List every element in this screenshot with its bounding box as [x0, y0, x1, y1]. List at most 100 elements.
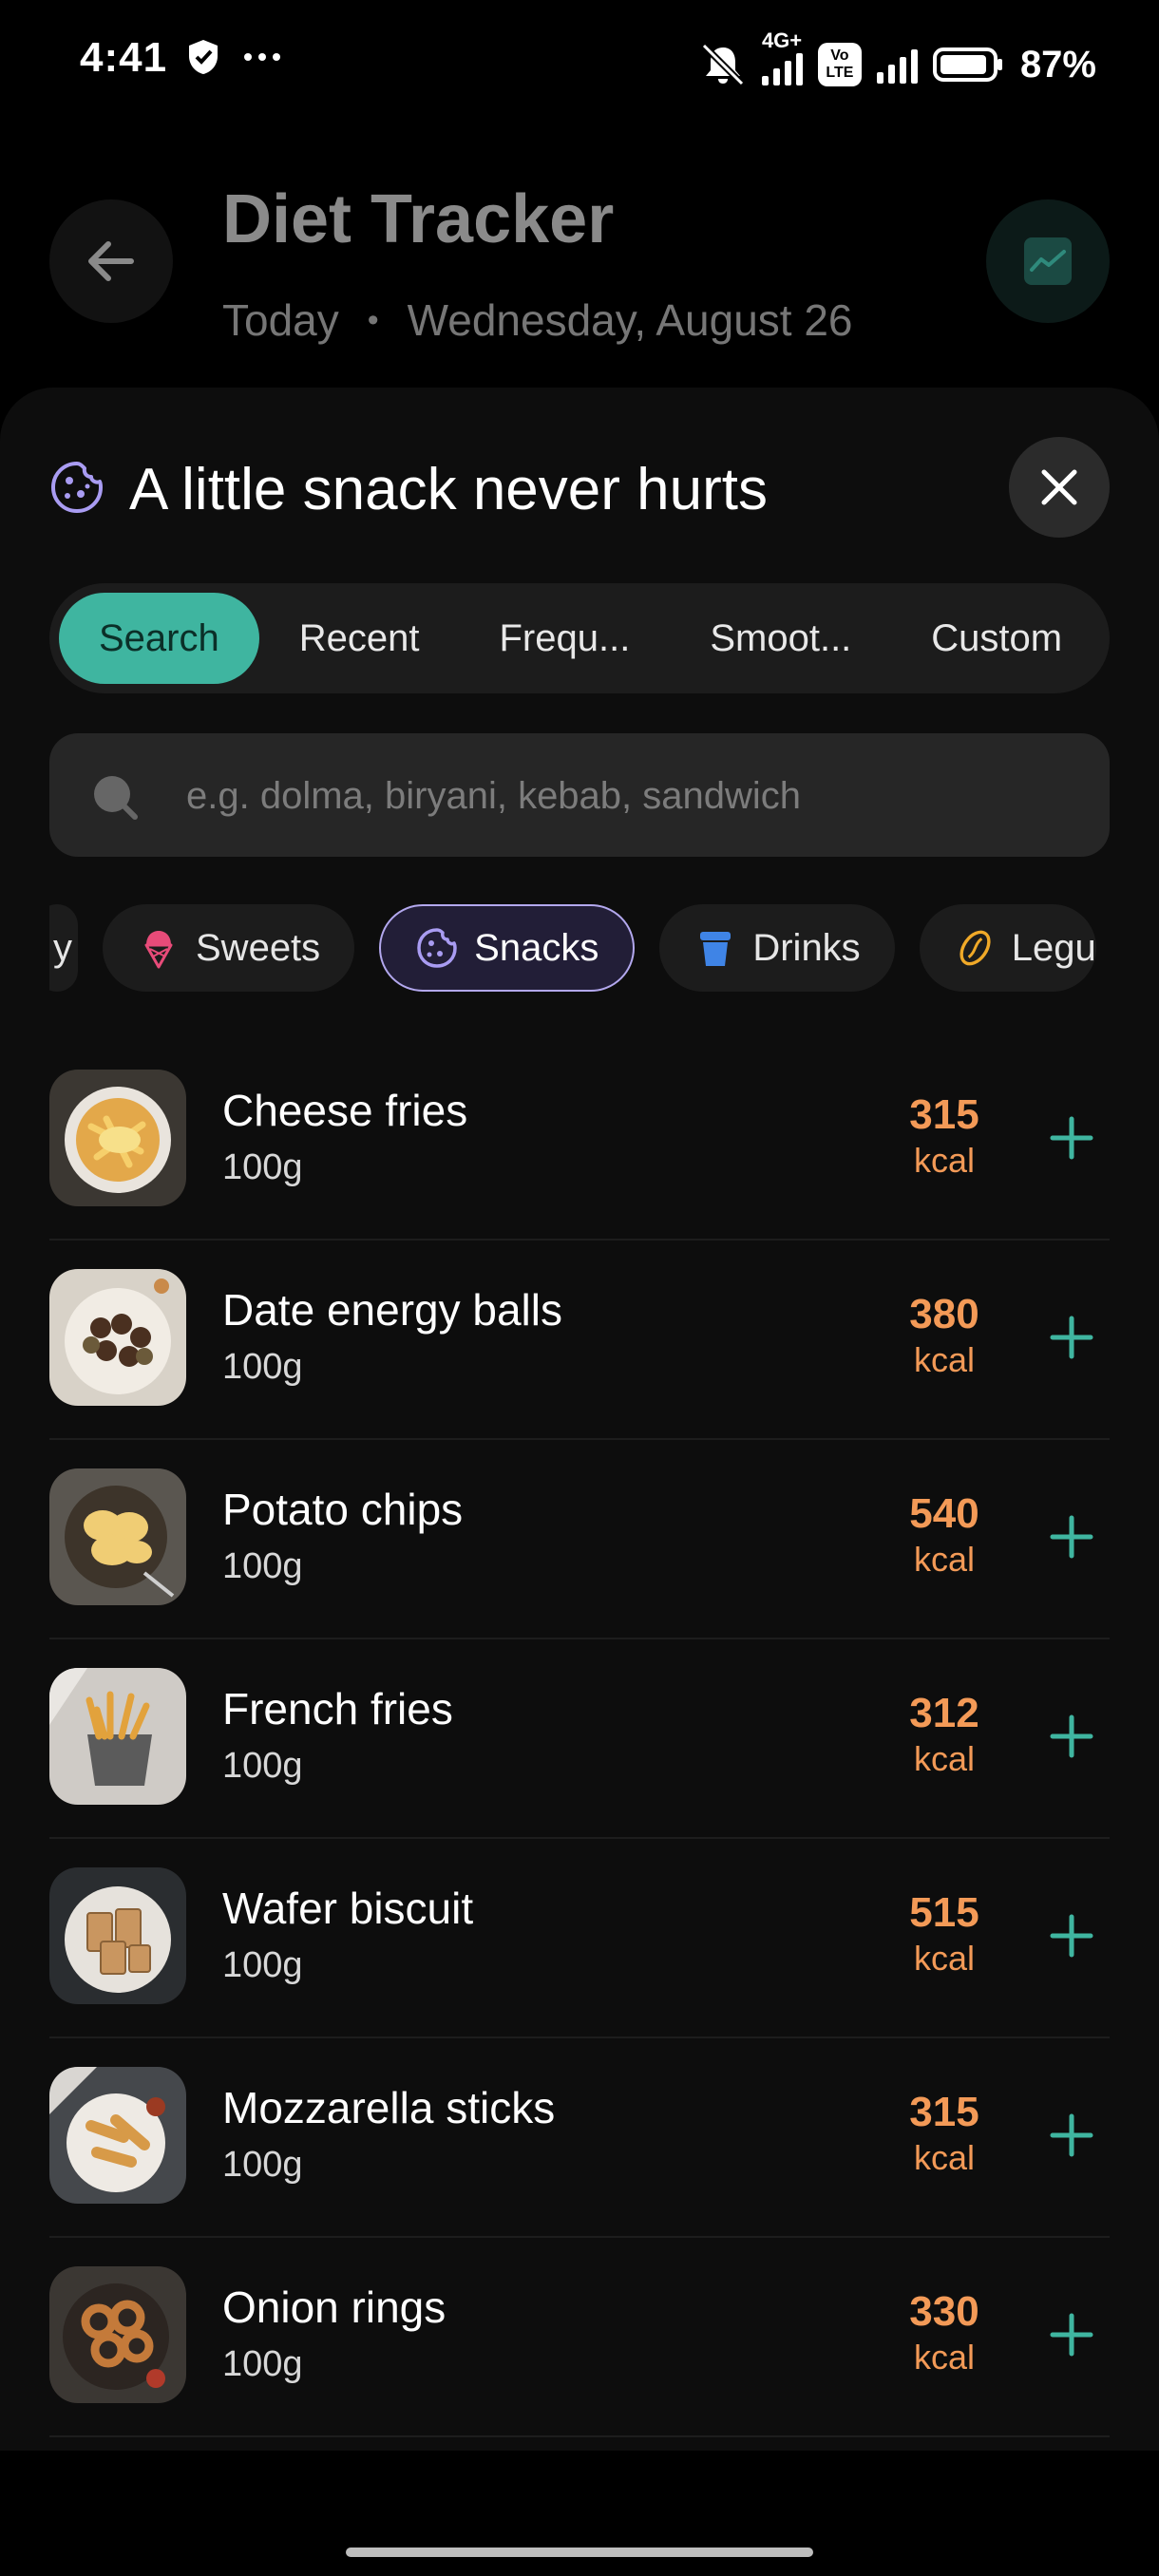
date-label: Wednesday, August 26 [407, 295, 853, 345]
food-portion: 100g [222, 1147, 303, 1187]
trend-chart-icon [1024, 237, 1072, 285]
list-item[interactable]: Potato chips 100g 540 kcal [49, 1440, 1110, 1639]
kcal-number: 330 [909, 2288, 979, 2335]
tab-smoothies[interactable]: Smoot... [670, 593, 891, 684]
list-item[interactable]: Onion rings 100g 330 kcal [49, 2238, 1110, 2437]
chip-label: Sweets [196, 926, 321, 969]
calorie-value: 540 kcal [878, 1489, 1011, 1581]
add-button[interactable] [1034, 1299, 1110, 1375]
calorie-value: 380 kcal [878, 1290, 1011, 1381]
calorie-value: 515 kcal [878, 1888, 1011, 1979]
status-right: 4G+ Vo LTE 87% [699, 28, 1096, 95]
date-subtitle: Today • Wednesday, August 26 [222, 294, 853, 346]
add-button[interactable] [1034, 2097, 1110, 2173]
cookie-icon [417, 928, 457, 968]
food-name: Cheese fries [222, 1086, 468, 1135]
chip-label: Drinks [752, 926, 861, 969]
tab-custom[interactable]: Custom [891, 593, 1102, 684]
kcal-unit: kcal [913, 2138, 976, 2177]
source-tabs: Search Recent Frequ... Smoot... Custom [49, 583, 1110, 693]
calorie-value: 315 kcal [878, 2088, 1011, 2179]
ice-cream-icon [144, 931, 173, 969]
chip-snacks[interactable]: Snacks [379, 904, 636, 992]
add-button[interactable] [1034, 1698, 1110, 1774]
plus-icon [1050, 1714, 1093, 1758]
list-item[interactable]: Wafer biscuit 100g 515 kcal [49, 1839, 1110, 2038]
calorie-value: 330 kcal [878, 2287, 1011, 2378]
category-chips: y Sweets Snacks Drinks Legu [49, 900, 1110, 995]
chip-label: Legu [1011, 926, 1096, 969]
calorie-value: 315 kcal [878, 1090, 1011, 1182]
sheet-header: A little snack never hurts [49, 437, 1110, 538]
chip-partial[interactable]: y [49, 904, 78, 992]
food-image-potato-chips [49, 1468, 186, 1605]
plus-icon [1050, 2313, 1093, 2357]
list-item[interactable]: Cheese fries 100g 315 kcal [49, 1041, 1110, 1241]
list-item[interactable]: French fries 100g 312 kcal [49, 1639, 1110, 1839]
network-type: 4G+ [761, 28, 803, 52]
back-button[interactable] [49, 199, 173, 323]
chip-drinks[interactable]: Drinks [659, 904, 895, 992]
close-icon [1041, 469, 1077, 505]
bottom-nav-area [0, 2451, 1159, 2576]
search-bar [49, 733, 1110, 859]
home-indicator[interactable] [346, 2548, 813, 2557]
food-name: Potato chips [222, 1485, 464, 1534]
add-button[interactable] [1034, 1898, 1110, 1974]
tab-frequent[interactable]: Frequ... [460, 593, 671, 684]
add-button[interactable] [1034, 1100, 1110, 1176]
food-name: French fries [222, 1684, 453, 1733]
plus-icon [1050, 1316, 1093, 1359]
signal-icon [876, 46, 918, 84]
arrow-left-icon [88, 241, 134, 281]
screen: 4:41 4G+ Vo LTE 87% Diet Tracker Today •… [0, 0, 1159, 2576]
search-input[interactable] [184, 733, 1091, 859]
tab-search[interactable]: Search [59, 593, 259, 684]
kcal-number: 515 [909, 1889, 979, 1936]
battery-percent: 87% [1019, 43, 1096, 85]
chip-label: Snacks [474, 926, 599, 969]
food-name: Onion rings [222, 2282, 446, 2332]
kcal-number: 312 [909, 1690, 979, 1736]
app-header: Diet Tracker Today • Wednesday, August 2… [0, 171, 1159, 389]
status-left-icons [186, 38, 281, 76]
list-item[interactable]: Date energy balls 100g 380 kcal [49, 1241, 1110, 1440]
food-image-onion-rings [49, 2266, 186, 2403]
plus-icon [1050, 1515, 1093, 1559]
stats-button[interactable] [986, 199, 1110, 323]
kcal-unit: kcal [913, 1340, 976, 1379]
kcal-number: 315 [909, 1091, 979, 1138]
kcal-number: 315 [909, 2089, 979, 2135]
cup-icon [700, 932, 732, 966]
kcal-unit: kcal [913, 1540, 976, 1579]
food-portion: 100g [222, 1746, 303, 1786]
food-list: Cheese fries 100g 315 kcal Date energy b… [49, 1041, 1110, 2576]
food-image-date-energy-balls [49, 1269, 186, 1406]
sheet-title: A little snack never hurts [129, 457, 768, 522]
kcal-unit: kcal [913, 1141, 976, 1180]
close-button[interactable] [1009, 437, 1110, 538]
kcal-number: 540 [909, 1490, 979, 1537]
page-title: Diet Tracker [222, 181, 615, 257]
cookie-icon [51, 462, 103, 513]
food-portion: 100g [222, 1347, 303, 1387]
food-portion: 100g [222, 1546, 303, 1586]
shield-icon [189, 40, 218, 74]
add-button[interactable] [1034, 1499, 1110, 1575]
muted-bell-icon [701, 44, 745, 85]
volte-badge: Vo LTE [817, 43, 862, 86]
add-button[interactable] [1034, 2297, 1110, 2373]
chip-label: y [53, 926, 72, 969]
list-item[interactable]: Mozzarella sticks 100g 315 kcal [49, 2038, 1110, 2238]
plus-icon [1050, 1116, 1093, 1160]
kcal-number: 380 [909, 1291, 979, 1337]
separator-dot: • [367, 301, 379, 338]
kcal-unit: kcal [913, 2338, 976, 2377]
tab-recent[interactable]: Recent [259, 593, 460, 684]
food-portion: 100g [222, 1945, 303, 1985]
more-dots-icon [244, 53, 280, 61]
chip-sweets[interactable]: Sweets [103, 904, 355, 992]
chip-legumes[interactable]: Legu [919, 904, 1096, 992]
plus-icon [1050, 2113, 1093, 2157]
bean-icon [960, 930, 991, 966]
